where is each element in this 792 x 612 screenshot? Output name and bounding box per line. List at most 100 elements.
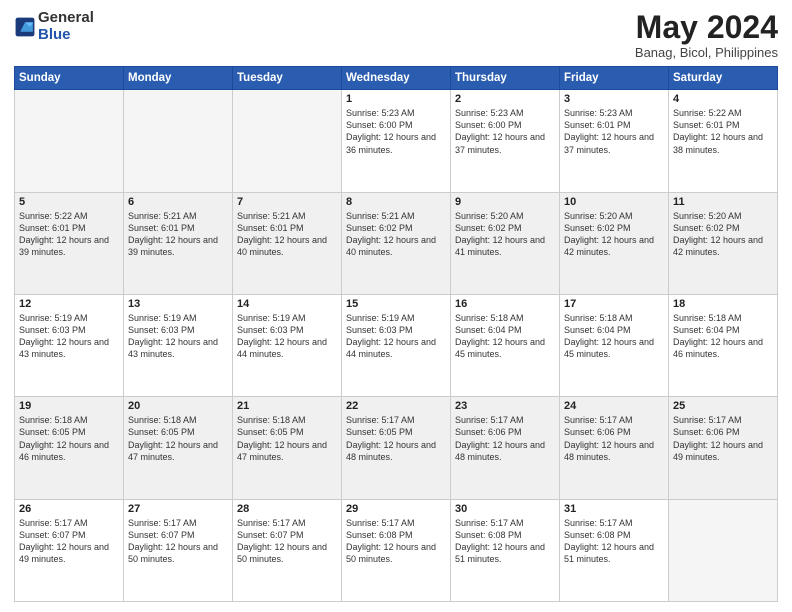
cell-info: Sunrise: 5:20 AMSunset: 6:02 PMDaylight:… [564, 210, 664, 259]
cell-info: Sunrise: 5:17 AMSunset: 6:06 PMDaylight:… [564, 414, 664, 463]
day-number: 28 [237, 503, 337, 515]
table-row: 20 Sunrise: 5:18 AMSunset: 6:05 PMDayligh… [124, 397, 233, 499]
cell-info: Sunrise: 5:17 AMSunset: 6:07 PMDaylight:… [237, 517, 337, 566]
cell-info: Sunrise: 5:18 AMSunset: 6:05 PMDaylight:… [237, 414, 337, 463]
day-number: 1 [346, 93, 446, 105]
calendar-week-row: 5 Sunrise: 5:22 AMSunset: 6:01 PMDaylight… [15, 192, 778, 294]
day-number: 4 [673, 93, 773, 105]
day-number: 21 [237, 400, 337, 412]
col-tuesday: Tuesday [233, 67, 342, 90]
day-number: 17 [564, 298, 664, 310]
day-number: 9 [455, 196, 555, 208]
table-row: 14 Sunrise: 5:19 AMSunset: 6:03 PMDayligh… [233, 294, 342, 396]
table-row: 26 Sunrise: 5:17 AMSunset: 6:07 PMDayligh… [15, 499, 124, 601]
calendar-week-row: 19 Sunrise: 5:18 AMSunset: 6:05 PMDayligh… [15, 397, 778, 499]
page: General Blue May 2024 Banag, Bicol, Phil… [0, 0, 792, 612]
day-number: 31 [564, 503, 664, 515]
day-number: 20 [128, 400, 228, 412]
cell-info: Sunrise: 5:20 AMSunset: 6:02 PMDaylight:… [673, 210, 773, 259]
cell-info: Sunrise: 5:18 AMSunset: 6:04 PMDaylight:… [673, 312, 773, 361]
day-number: 25 [673, 400, 773, 412]
day-number: 3 [564, 93, 664, 105]
day-number: 27 [128, 503, 228, 515]
cell-info: Sunrise: 5:22 AMSunset: 6:01 PMDaylight:… [673, 107, 773, 156]
table-row: 2 Sunrise: 5:23 AMSunset: 6:00 PMDaylight… [451, 90, 560, 192]
day-number: 10 [564, 196, 664, 208]
table-row [669, 499, 778, 601]
location: Banag, Bicol, Philippines [635, 45, 778, 60]
day-number: 12 [19, 298, 119, 310]
cell-info: Sunrise: 5:21 AMSunset: 6:01 PMDaylight:… [237, 210, 337, 259]
table-row: 29 Sunrise: 5:17 AMSunset: 6:08 PMDayligh… [342, 499, 451, 601]
table-row: 7 Sunrise: 5:21 AMSunset: 6:01 PMDaylight… [233, 192, 342, 294]
day-number: 22 [346, 400, 446, 412]
table-row: 8Sunrise: 5:21 AMSunset: 6:02 PMDaylight… [342, 192, 451, 294]
day-number: 5 [19, 196, 119, 208]
table-row: 23Sunrise: 5:17 AMSunset: 6:06 PMDayligh… [451, 397, 560, 499]
cell-info: Sunrise: 5:23 AMSunset: 6:00 PMDaylight:… [346, 107, 446, 156]
table-row: 31 Sunrise: 5:17 AMSunset: 6:08 PMDayligh… [560, 499, 669, 601]
col-sunday: Sunday [15, 67, 124, 90]
cell-info: Sunrise: 5:18 AMSunset: 6:04 PMDaylight:… [564, 312, 664, 361]
table-row: 22 Sunrise: 5:17 AMSunset: 6:05 PMDayligh… [342, 397, 451, 499]
calendar-week-row: 26 Sunrise: 5:17 AMSunset: 6:07 PMDayligh… [15, 499, 778, 601]
table-row: 15Sunrise: 5:19 AMSunset: 6:03 PMDayligh… [342, 294, 451, 396]
table-row: 24 Sunrise: 5:17 AMSunset: 6:06 PMDayligh… [560, 397, 669, 499]
table-row: 25 Sunrise: 5:17 AMSunset: 6:06 PMDayligh… [669, 397, 778, 499]
cell-info: Sunrise: 5:17 AMSunset: 6:06 PMDaylight:… [455, 414, 555, 463]
day-number: 8 [346, 196, 446, 208]
cell-info: Sunrise: 5:18 AMSunset: 6:05 PMDaylight:… [128, 414, 228, 463]
day-number: 2 [455, 93, 555, 105]
cell-info: Sunrise: 5:19 AMSunset: 6:03 PMDaylight:… [237, 312, 337, 361]
cell-info: Sunrise: 5:17 AMSunset: 6:08 PMDaylight:… [455, 517, 555, 566]
table-row: 4 Sunrise: 5:22 AMSunset: 6:01 PMDaylight… [669, 90, 778, 192]
day-number: 6 [128, 196, 228, 208]
table-row: 17 Sunrise: 5:18 AMSunset: 6:04 PMDayligh… [560, 294, 669, 396]
table-row: 6 Sunrise: 5:21 AMSunset: 6:01 PMDaylight… [124, 192, 233, 294]
cell-info: Sunrise: 5:23 AMSunset: 6:01 PMDaylight:… [564, 107, 664, 156]
col-friday: Friday [560, 67, 669, 90]
cell-info: Sunrise: 5:17 AMSunset: 6:08 PMDaylight:… [346, 517, 446, 566]
cell-info: Sunrise: 5:23 AMSunset: 6:00 PMDaylight:… [455, 107, 555, 156]
table-row: 12 Sunrise: 5:19 AMSunset: 6:03 PMDayligh… [15, 294, 124, 396]
cell-info: Sunrise: 5:19 AMSunset: 6:03 PMDaylight:… [128, 312, 228, 361]
table-row: 13Sunrise: 5:19 AMSunset: 6:03 PMDayligh… [124, 294, 233, 396]
day-number: 19 [19, 400, 119, 412]
calendar-week-row: 12 Sunrise: 5:19 AMSunset: 6:03 PMDayligh… [15, 294, 778, 396]
day-number: 15 [346, 298, 446, 310]
logo-icon [14, 16, 36, 38]
col-wednesday: Wednesday [342, 67, 451, 90]
logo: General Blue [14, 10, 94, 43]
col-monday: Monday [124, 67, 233, 90]
day-number: 29 [346, 503, 446, 515]
cell-info: Sunrise: 5:17 AMSunset: 6:07 PMDaylight:… [19, 517, 119, 566]
month-title: May 2024 [635, 10, 778, 45]
day-number: 7 [237, 196, 337, 208]
table-row: 28 Sunrise: 5:17 AMSunset: 6:07 PMDayligh… [233, 499, 342, 601]
cell-info: Sunrise: 5:17 AMSunset: 6:06 PMDaylight:… [673, 414, 773, 463]
day-number: 30 [455, 503, 555, 515]
table-row: 5 Sunrise: 5:22 AMSunset: 6:01 PMDaylight… [15, 192, 124, 294]
table-row: 30 Sunrise: 5:17 AMSunset: 6:08 PMDayligh… [451, 499, 560, 601]
day-number: 14 [237, 298, 337, 310]
cell-info: Sunrise: 5:22 AMSunset: 6:01 PMDaylight:… [19, 210, 119, 259]
cell-info: Sunrise: 5:18 AMSunset: 6:05 PMDaylight:… [19, 414, 119, 463]
cell-info: Sunrise: 5:21 AMSunset: 6:01 PMDaylight:… [128, 210, 228, 259]
calendar-header-row: Sunday Monday Tuesday Wednesday Thursday… [15, 67, 778, 90]
day-number: 26 [19, 503, 119, 515]
cell-info: Sunrise: 5:18 AMSunset: 6:04 PMDaylight:… [455, 312, 555, 361]
cell-info: Sunrise: 5:19 AMSunset: 6:03 PMDaylight:… [19, 312, 119, 361]
cell-info: Sunrise: 5:17 AMSunset: 6:08 PMDaylight:… [564, 517, 664, 566]
table-row: 27 Sunrise: 5:17 AMSunset: 6:07 PMDayligh… [124, 499, 233, 601]
logo-text: General Blue [38, 10, 94, 43]
calendar-table: Sunday Monday Tuesday Wednesday Thursday… [14, 66, 778, 602]
table-row: 16 Sunrise: 5:18 AMSunset: 6:04 PMDayligh… [451, 294, 560, 396]
cell-info: Sunrise: 5:17 AMSunset: 6:05 PMDaylight:… [346, 414, 446, 463]
col-thursday: Thursday [451, 67, 560, 90]
day-number: 18 [673, 298, 773, 310]
logo-blue-text: Blue [38, 27, 94, 44]
day-number: 16 [455, 298, 555, 310]
logo-general-text: General [38, 10, 94, 27]
cell-info: Sunrise: 5:17 AMSunset: 6:07 PMDaylight:… [128, 517, 228, 566]
day-number: 24 [564, 400, 664, 412]
